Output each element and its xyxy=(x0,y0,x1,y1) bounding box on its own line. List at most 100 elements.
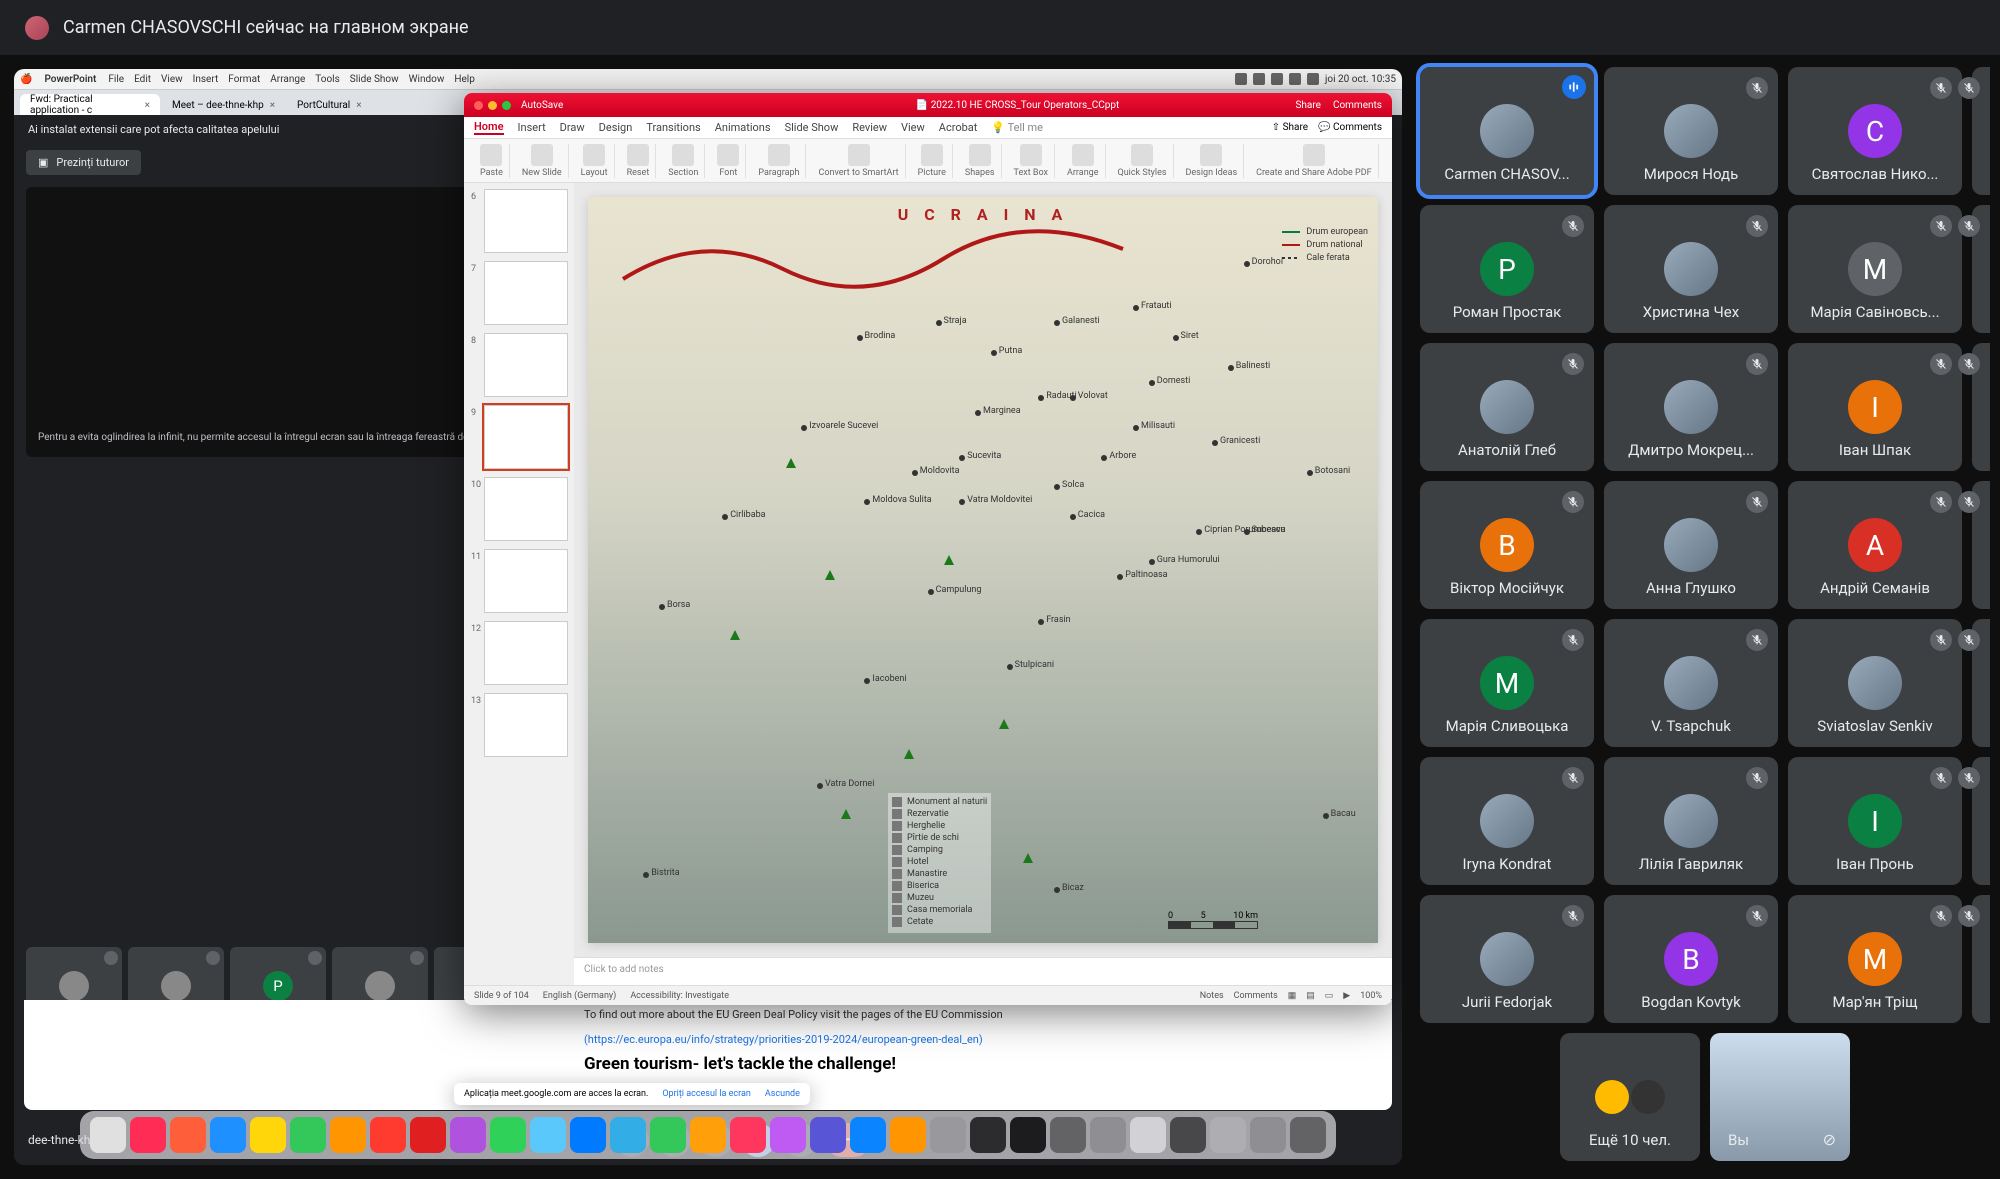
tool-design-ideas[interactable]: Design Ideas xyxy=(1180,144,1245,178)
ribbon-tab-design[interactable]: Design xyxy=(599,121,633,134)
dock-app[interactable] xyxy=(290,1117,326,1153)
comments-button[interactable]: Comments xyxy=(1333,100,1382,111)
dock-app[interactable] xyxy=(450,1117,486,1153)
dock-app[interactable] xyxy=(130,1117,166,1153)
slide-thumb-13[interactable]: 13 xyxy=(484,693,568,757)
participant-tile[interactable] xyxy=(1972,757,1990,885)
participant-tile[interactable]: Iryna Kondrat xyxy=(1420,757,1594,885)
dock-app[interactable] xyxy=(1010,1117,1046,1153)
dock-app[interactable] xyxy=(970,1117,1006,1153)
dock-app[interactable] xyxy=(530,1117,566,1153)
browser-tab[interactable]: Fwd: Practical application - c× xyxy=(20,94,160,116)
view-sorter-icon[interactable]: ▤ xyxy=(1306,991,1315,1001)
ribbon-tab-animations[interactable]: Animations xyxy=(715,121,771,134)
ribbon-tab-transitions[interactable]: Transitions xyxy=(646,121,700,134)
dock-app[interactable] xyxy=(810,1117,846,1153)
dock-app[interactable] xyxy=(890,1117,926,1153)
menu-file[interactable]: File xyxy=(108,74,124,85)
dock-app[interactable] xyxy=(250,1117,286,1153)
mac-dock[interactable] xyxy=(80,1111,1336,1159)
dock-app[interactable] xyxy=(1290,1117,1326,1153)
min-dot[interactable] xyxy=(488,101,497,110)
more-participants-tile[interactable]: Ещё 10 чел. xyxy=(1560,1033,1700,1161)
current-slide[interactable]: U C R A I N A Drum europeanDrum national… xyxy=(588,197,1378,943)
participant-tile[interactable]: Дмитро Мокрец... xyxy=(1604,343,1778,471)
menu-format[interactable]: Format xyxy=(228,74,260,85)
dock-app[interactable] xyxy=(730,1117,766,1153)
dock-app[interactable] xyxy=(90,1117,126,1153)
present-pill[interactable]: ▣ Prezinți tuturor xyxy=(26,150,141,175)
menu-window[interactable]: Window xyxy=(409,74,445,85)
tool-paragraph[interactable]: Paragraph xyxy=(752,144,806,178)
dock-app[interactable] xyxy=(930,1117,966,1153)
tool-font[interactable]: Font xyxy=(711,144,746,178)
tool-convert-to-smartart[interactable]: Convert to SmartArt xyxy=(812,144,905,178)
self-tile[interactable]: Вы⊘ xyxy=(1710,1033,1850,1161)
language-indicator[interactable]: English (Germany) xyxy=(543,991,617,1001)
stop-sharing-button[interactable]: Opriți accesul la ecran xyxy=(662,1089,751,1099)
participant-tile[interactable]: ММарія Савіновсь... xyxy=(1788,205,1962,333)
view-reading-icon[interactable]: ▭ xyxy=(1325,991,1334,1001)
participant-tile[interactable] xyxy=(1972,205,1990,333)
participant-tile[interactable] xyxy=(1972,481,1990,609)
tool-layout[interactable]: Layout xyxy=(575,144,615,178)
slide-thumbnails[interactable]: 678910111213 xyxy=(464,183,574,985)
tool-quick-styles[interactable]: Quick Styles xyxy=(1112,144,1174,178)
participant-tile[interactable]: ССвятослав Нико... xyxy=(1788,67,1962,195)
view-slideshow-icon[interactable]: ▶ xyxy=(1343,991,1350,1001)
ribbon-tab-draw[interactable]: Draw xyxy=(560,121,585,134)
tool-text-box[interactable]: Text Box xyxy=(1008,144,1055,178)
participant-tile[interactable]: РРоман Простак xyxy=(1420,205,1594,333)
background-link[interactable]: (https://ec.europa.eu/info/strategy/prio… xyxy=(24,1025,1392,1050)
slide-thumb-9[interactable]: 9 xyxy=(484,405,568,469)
self-pin-icon[interactable]: ⊘ xyxy=(1823,1130,1836,1149)
dock-app[interactable] xyxy=(1090,1117,1126,1153)
participant-tile[interactable]: ІІван Пронь xyxy=(1788,757,1962,885)
tool-picture[interactable]: Picture xyxy=(912,144,953,178)
slide-thumb-12[interactable]: 12 xyxy=(484,621,568,685)
participant-tile[interactable] xyxy=(1972,343,1990,471)
dock-app[interactable] xyxy=(610,1117,646,1153)
dock-app[interactable] xyxy=(410,1117,446,1153)
participant-tile[interactable]: Sviatoslav Senkiv xyxy=(1788,619,1962,747)
zoom-level[interactable]: 100% xyxy=(1360,991,1382,1001)
dock-app[interactable] xyxy=(210,1117,246,1153)
participant-tile[interactable]: Мирося Нодь xyxy=(1604,67,1778,195)
tool-paste[interactable]: Paste xyxy=(474,144,510,178)
participant-tile[interactable]: Лілія Гавриляк xyxy=(1604,757,1778,885)
participant-tile[interactable]: ВВіктор Мосійчук xyxy=(1420,481,1594,609)
ribbon-tab-view[interactable]: View xyxy=(901,121,925,134)
dock-app[interactable] xyxy=(570,1117,606,1153)
close-tab-icon[interactable]: × xyxy=(270,100,275,111)
ribbon-tab-acrobat[interactable]: Acrobat xyxy=(939,121,978,134)
app-name[interactable]: PowerPoint xyxy=(44,74,96,85)
menu-tools[interactable]: Tools xyxy=(315,74,339,85)
tool-create-and-share-adobe-pdf[interactable]: Create and Share Adobe PDF xyxy=(1250,144,1378,178)
share-btn[interactable]: ⇧ Share xyxy=(1272,122,1308,133)
participant-tile[interactable]: ААндрій Семанів xyxy=(1788,481,1962,609)
slide-thumb-6[interactable]: 6 xyxy=(484,189,568,253)
participant-tile[interactable]: Анатолій Глеб xyxy=(1420,343,1594,471)
slide-thumb-10[interactable]: 10 xyxy=(484,477,568,541)
notes-toggle[interactable]: Notes xyxy=(1200,991,1224,1001)
participant-tile[interactable]: Анна Глушко xyxy=(1604,481,1778,609)
tell-me[interactable]: 💡 Tell me xyxy=(991,121,1043,134)
slide-thumb-8[interactable]: 8 xyxy=(484,333,568,397)
close-dot[interactable] xyxy=(474,101,483,110)
hide-popup-button[interactable]: Ascunde xyxy=(765,1089,800,1099)
dock-app[interactable] xyxy=(490,1117,526,1153)
menu-slide show[interactable]: Slide Show xyxy=(350,74,399,85)
dock-app[interactable] xyxy=(170,1117,206,1153)
close-tab-icon[interactable]: × xyxy=(356,100,361,111)
participant-tile[interactable] xyxy=(1972,895,1990,1023)
ribbon-tab-review[interactable]: Review xyxy=(852,121,887,134)
max-dot[interactable] xyxy=(502,101,511,110)
accessibility-check[interactable]: Accessibility: Investigate xyxy=(630,991,729,1001)
menu-view[interactable]: View xyxy=(161,74,183,85)
slide-thumb-7[interactable]: 7 xyxy=(484,261,568,325)
comments-btn[interactable]: 💬 Comments xyxy=(1318,122,1382,133)
tool-reset[interactable]: Reset xyxy=(621,144,657,178)
dock-app[interactable] xyxy=(330,1117,366,1153)
notes-pane[interactable]: Click to add notes xyxy=(574,957,1392,985)
menu-arrange[interactable]: Arrange xyxy=(270,74,305,85)
